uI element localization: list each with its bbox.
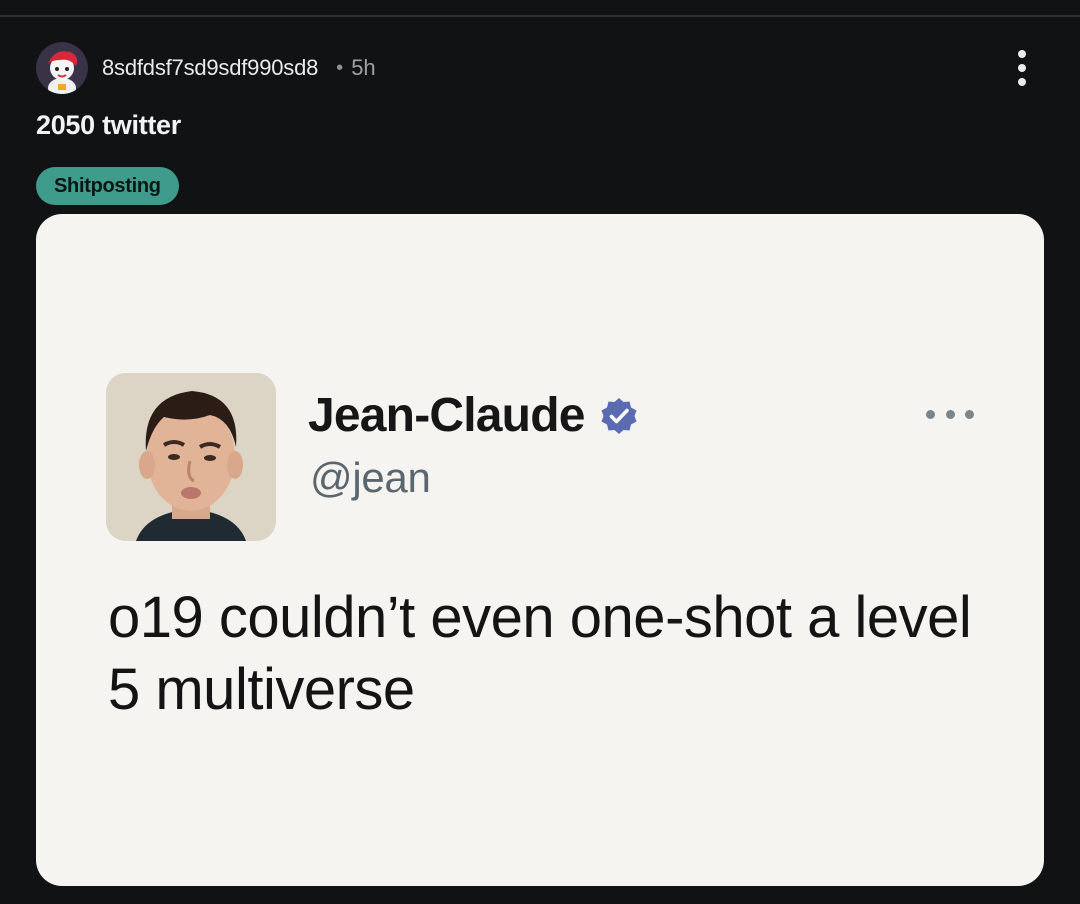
post-age: 5h [351, 55, 376, 80]
verified-badge-icon [601, 397, 637, 434]
user-avatar[interactable] [36, 42, 88, 94]
tweet-avatar [106, 373, 276, 541]
horizontal-ellipsis-icon [926, 409, 935, 419]
meta-separator: • [336, 56, 344, 79]
post-author[interactable]: 8sdfdsf7sd9sdf990sd8 [102, 55, 318, 81]
horizontal-ellipsis-icon [965, 409, 974, 419]
tweet-name-row: Jean-Claude [308, 388, 639, 443]
post-header: 8sdfdsf7sd9sdf990sd8 • 5h [36, 40, 376, 96]
vertical-ellipsis-icon [1018, 50, 1026, 58]
post-options-button[interactable] [1004, 46, 1040, 90]
vertical-ellipsis-icon [1018, 78, 1026, 86]
vertical-ellipsis-icon [1018, 64, 1026, 72]
post-flair[interactable]: Shitposting [36, 167, 179, 205]
tweet-text: o19 couldn’t even one-shot a level 5 mul… [108, 585, 972, 722]
post-image[interactable]: Jean-Claude @jean o19 couldn’t even one-… [36, 214, 1044, 886]
post-title[interactable]: 2050 twitter [36, 110, 181, 141]
tweet-display-name: Jean-Claude [308, 389, 585, 442]
tweet-options-button [926, 404, 974, 424]
tweet-handle: @jean [310, 454, 431, 501]
horizontal-ellipsis-icon [945, 409, 955, 419]
top-divider [0, 15, 1080, 17]
